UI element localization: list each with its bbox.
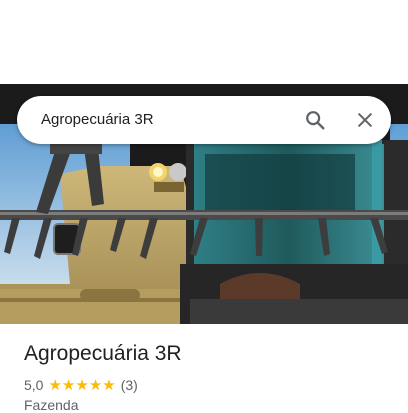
- search-bar[interactable]: Agropecuária 3R: [17, 96, 391, 144]
- star-icon: ★: [102, 376, 116, 394]
- map-top-area: [0, 0, 408, 84]
- star-icon: ★: [48, 376, 62, 394]
- place-category: Fazenda: [24, 397, 79, 413]
- review-count[interactable]: (3): [121, 377, 138, 393]
- rating-row[interactable]: 5,0 ★ ★ ★ ★ ★ (3): [24, 376, 138, 394]
- place-info-panel: Agropecuária 3R 5,0 ★ ★ ★ ★ ★ (3) Fazenda: [0, 324, 408, 413]
- search-input[interactable]: Agropecuária 3R: [41, 96, 154, 144]
- close-icon[interactable]: [349, 104, 381, 136]
- star-icon: ★: [75, 376, 89, 394]
- star-icon: ★: [88, 376, 103, 394]
- star-icon: ★: [61, 376, 76, 394]
- star-rating: ★ ★ ★ ★ ★: [48, 378, 115, 393]
- rating-value: 5,0: [24, 377, 44, 393]
- search-icon[interactable]: [299, 104, 331, 136]
- place-title: Agropecuária 3R: [24, 342, 182, 365]
